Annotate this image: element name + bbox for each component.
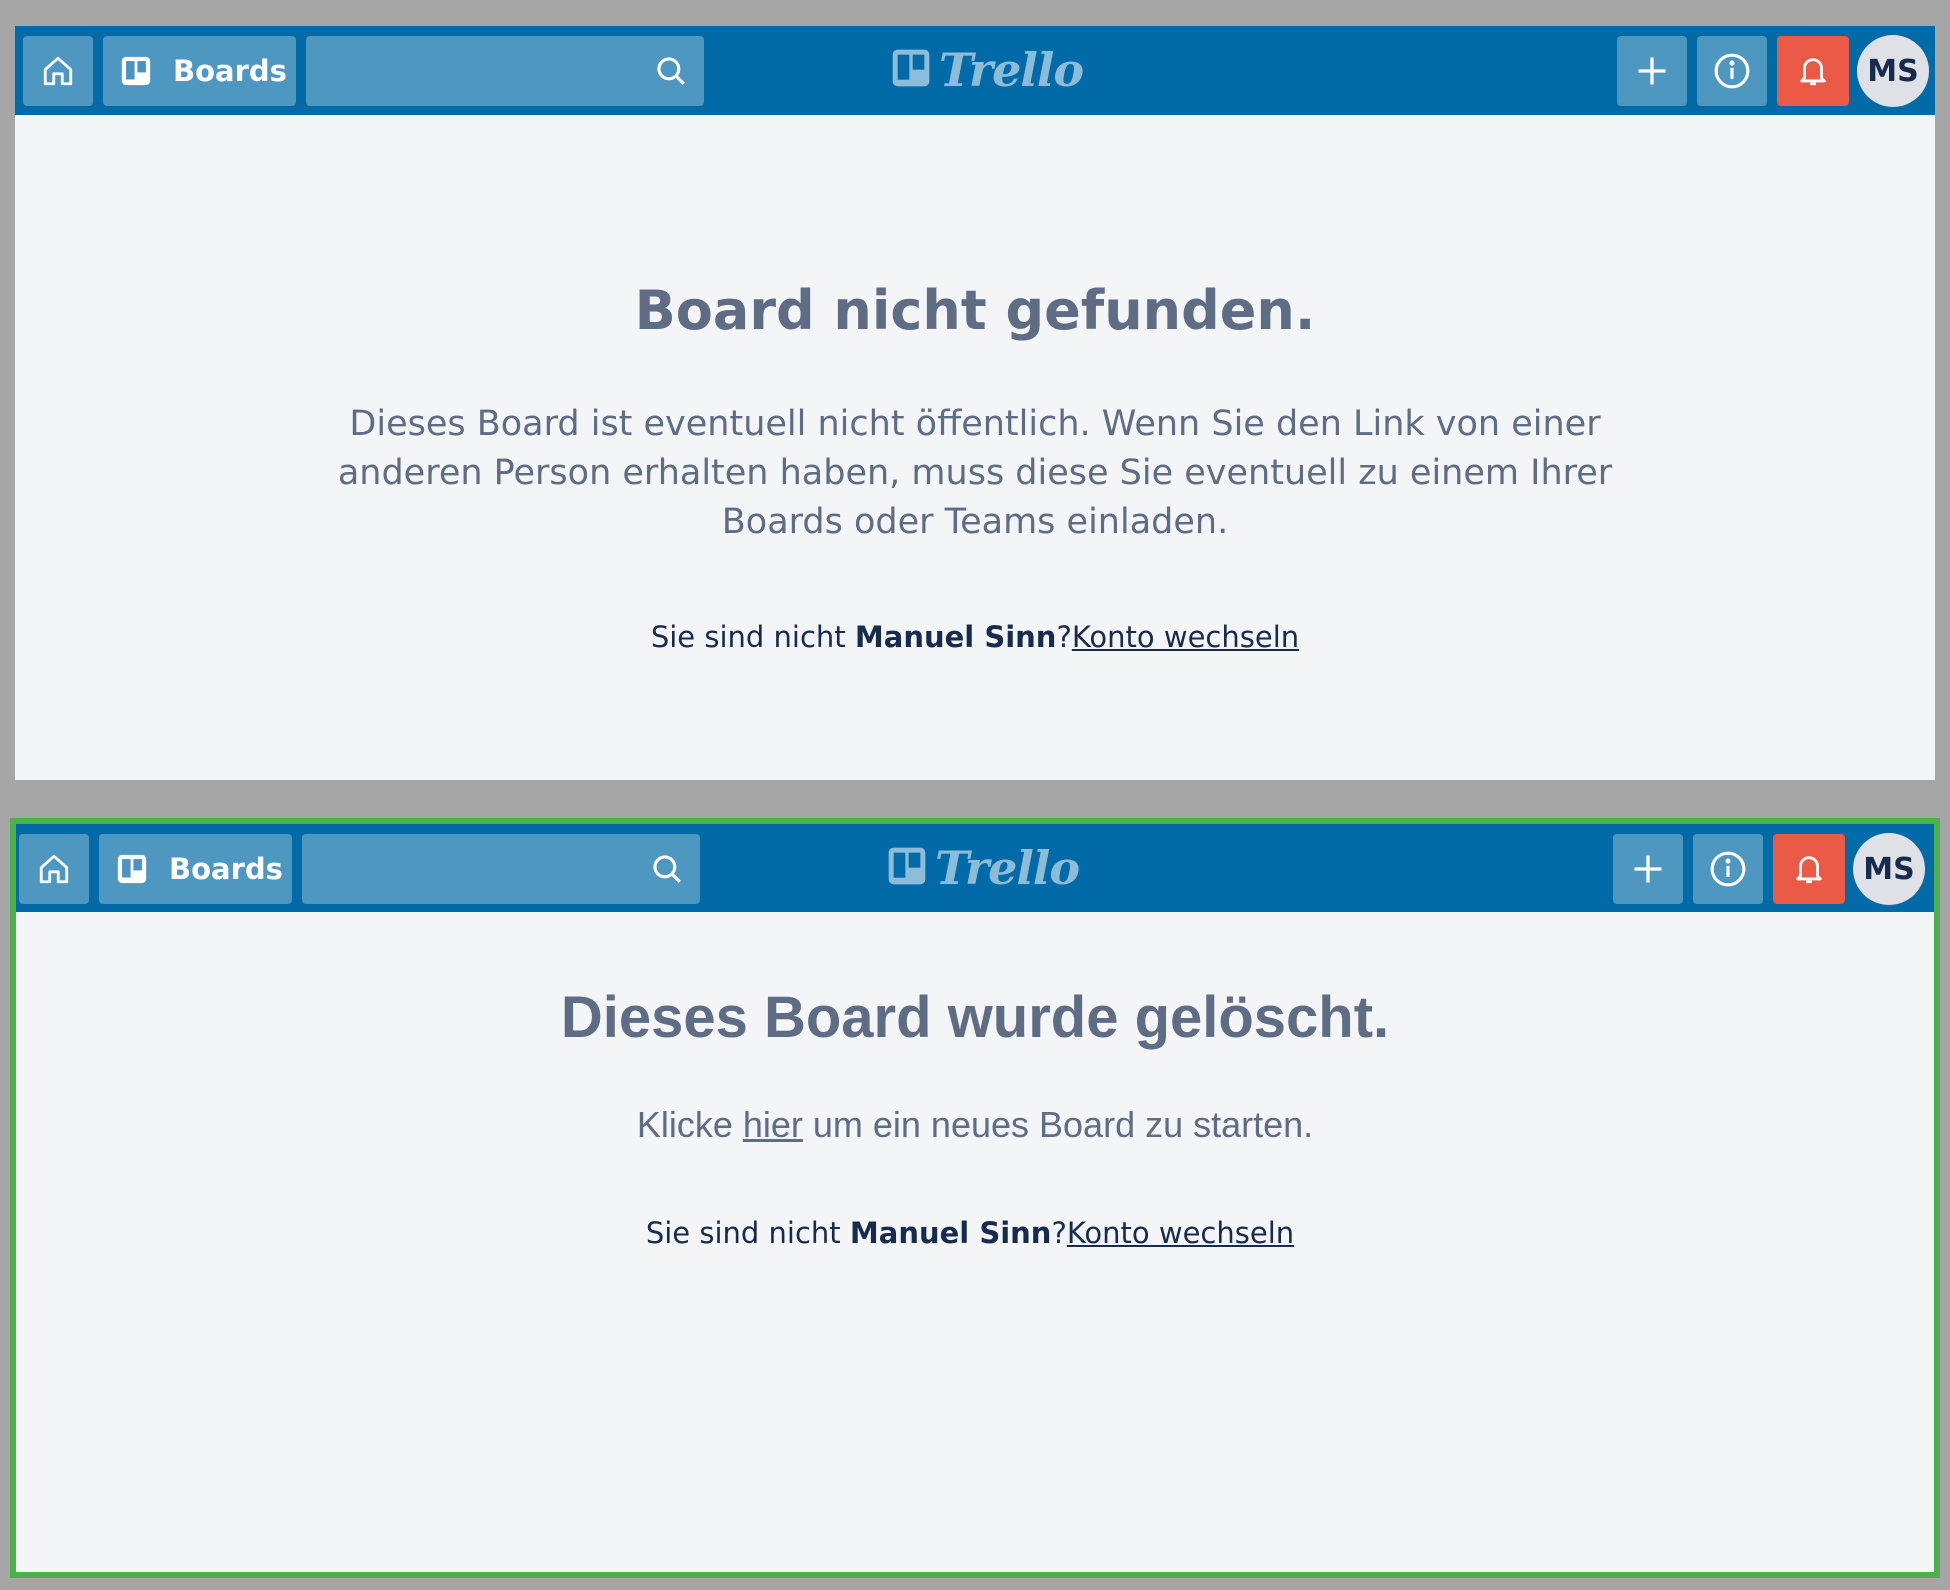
bell-icon [1796, 54, 1830, 88]
user-name: Manuel Sinn [849, 1216, 1052, 1250]
user-name: Manuel Sinn [854, 620, 1057, 654]
plus-icon [1634, 53, 1670, 89]
desc-suffix: um ein neues Board zu starten. [802, 1104, 1314, 1145]
info-button[interactable] [1693, 834, 1763, 904]
boards-icon [115, 852, 149, 886]
trello-logo-text: Trello [935, 841, 1080, 895]
switch-account-line: Sie sind nicht Manuel Sinn?Konto wechsel… [15, 620, 1935, 654]
boards-button[interactable]: Boards [103, 36, 296, 106]
desc-prefix: Klicke [636, 1104, 743, 1145]
info-icon [1713, 52, 1751, 90]
switch-prefix: Sie sind nicht [645, 1216, 850, 1250]
avatar[interactable]: MS [1853, 833, 1925, 905]
bell-icon [1792, 852, 1826, 886]
plus-icon [1630, 851, 1666, 887]
switch-account-line: Sie sind nicht Manuel Sinn?Konto wechsel… [16, 1216, 1934, 1250]
board-deleted-page: Boards Trello MS Dieses Board wurde gelö… [10, 818, 1940, 1578]
home-button[interactable] [19, 834, 89, 904]
switch-suffix: ? [1051, 1216, 1067, 1250]
page-title: Board nicht gefunden. [634, 279, 1316, 342]
search-icon [650, 852, 684, 886]
info-icon [1709, 850, 1747, 888]
switch-account-link[interactable]: Konto wechseln [1067, 1216, 1294, 1250]
search-input[interactable] [302, 834, 700, 904]
top-header-bar: Boards Trello MS [15, 26, 1935, 115]
trello-logo-icon [891, 48, 931, 92]
top-header-bar: Boards Trello MS [16, 824, 1934, 912]
boards-label: Boards [173, 54, 287, 88]
boards-button[interactable]: Boards [99, 834, 292, 904]
notifications-button[interactable] [1773, 834, 1845, 904]
new-board-link[interactable]: hier [743, 1104, 803, 1145]
home-icon [41, 54, 75, 88]
trello-logo[interactable]: Trello [887, 841, 1080, 895]
board-not-found-page: Boards Trello MS Board nicht gefunden. D… [15, 26, 1935, 780]
page-description: Dieses Board ist eventuell nicht öffentl… [337, 404, 1613, 542]
trello-logo-text: Trello [939, 43, 1084, 97]
trello-logo[interactable]: Trello [891, 43, 1084, 97]
avatar[interactable]: MS [1857, 35, 1929, 107]
switch-prefix: Sie sind nicht [650, 620, 855, 654]
info-button[interactable] [1697, 36, 1767, 106]
page-title: Dieses Board wurde gelöscht. [560, 985, 1390, 1050]
switch-suffix: ? [1056, 620, 1072, 654]
home-button[interactable] [23, 36, 93, 106]
create-button[interactable] [1613, 834, 1683, 904]
trello-logo-icon [887, 846, 927, 890]
notifications-button[interactable] [1777, 36, 1849, 106]
home-icon [37, 852, 71, 886]
switch-account-link[interactable]: Konto wechseln [1072, 620, 1299, 654]
create-button[interactable] [1617, 36, 1687, 106]
page-description: Klicke hier um ein neues Board zu starte… [16, 1104, 1934, 1146]
search-input[interactable] [306, 36, 704, 106]
boards-label: Boards [169, 852, 283, 886]
boards-icon [119, 54, 153, 88]
search-icon [654, 54, 688, 88]
